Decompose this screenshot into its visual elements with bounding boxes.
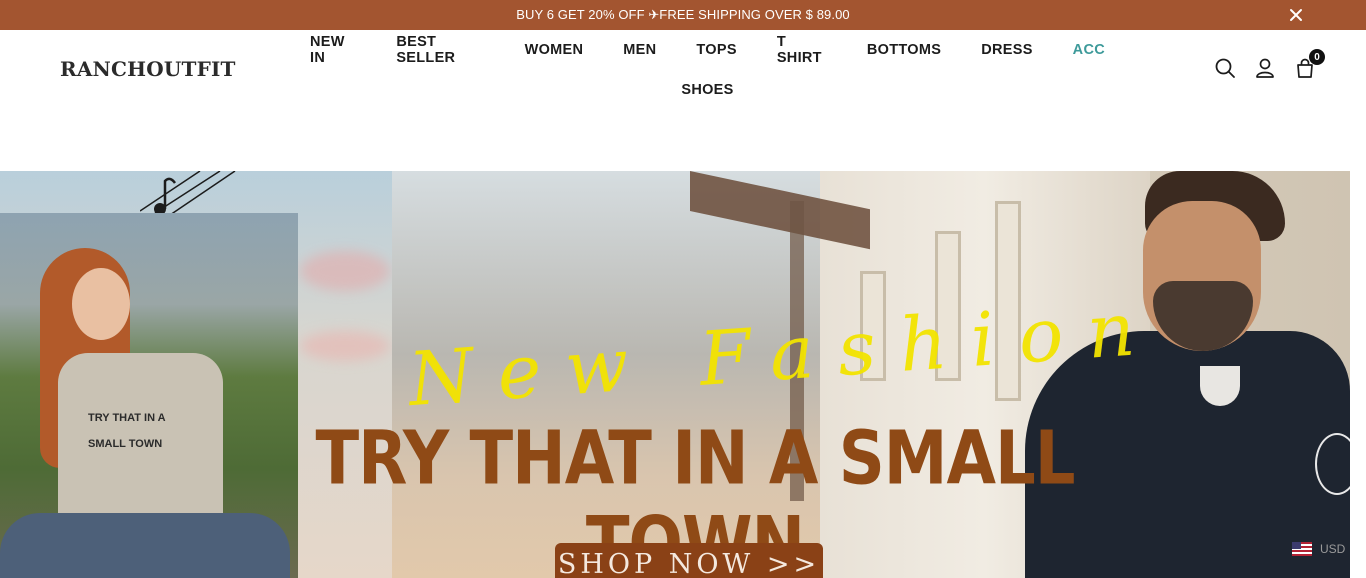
header-icons: 0	[1214, 49, 1325, 79]
nav-item-shoes[interactable]: SHOES	[681, 82, 733, 98]
nav-item-new-in[interactable]: NEW IN	[310, 34, 356, 66]
nav-item-acc[interactable]: ACC	[1073, 42, 1105, 58]
shirt-print-line-2: SMALL TOWN	[88, 438, 163, 450]
currency-selector[interactable]: USD	[1292, 542, 1345, 556]
us-flag-icon	[1292, 542, 1312, 556]
currency-code: USD	[1320, 542, 1346, 556]
main-nav-row-2: SHOES	[290, 70, 1125, 110]
main-nav-row-1: NEW IN BEST SELLER WOMEN MEN TOPS T SHIRT BOTT…	[290, 30, 1125, 70]
cloud-decoration	[300, 251, 390, 291]
hero-woman-photo: TRY THAT IN A SMALL TOWN	[0, 213, 298, 578]
nav-item-best-seller[interactable]: BEST SELLER	[396, 34, 484, 66]
nav-item-bottoms[interactable]: BOTTOMS	[867, 42, 941, 58]
nav-item-men[interactable]: MEN	[623, 42, 656, 58]
site-logo[interactable]: RANCHOUTFIT	[60, 57, 236, 81]
cart-button[interactable]: 0	[1294, 49, 1325, 79]
cloud-decoration	[300, 331, 390, 361]
woman-face	[72, 268, 130, 340]
nav-item-tops[interactable]: TOPS	[696, 42, 736, 58]
man-tee	[1200, 366, 1240, 406]
nav-item-t-shirt[interactable]: T SHIRT	[777, 34, 827, 66]
shirt-print-line-1: TRY THAT IN A	[88, 412, 166, 424]
woman-jeans	[0, 513, 290, 578]
close-icon[interactable]	[1288, 7, 1304, 23]
shirt-print-text: TRY THAT IN A SMALL TOWN	[88, 405, 166, 457]
account-icon[interactable]	[1254, 57, 1276, 79]
search-icon[interactable]	[1214, 57, 1236, 79]
shop-now-button[interactable]: SHOP NOW >>	[555, 543, 823, 578]
nav-item-women[interactable]: WOMEN	[525, 42, 584, 58]
announcement-text: BUY 6 GET 20% OFF ✈FREE SHIPPING OVER $ …	[516, 7, 850, 22]
hero-banner[interactable]: TRY THAT IN A SMALL TOWN New Fashion TRY…	[0, 171, 1350, 578]
main-nav: NEW IN BEST SELLER WOMEN MEN TOPS T SHIRT BOTT…	[290, 30, 1125, 110]
announcement-bar: BUY 6 GET 20% OFF ✈FREE SHIPPING OVER $ …	[0, 0, 1366, 30]
music-note-icon	[140, 171, 236, 216]
cart-count-badge: 0	[1309, 49, 1325, 65]
nav-item-dress[interactable]: DRESS	[981, 42, 1032, 58]
site-header: RANCHOUTFIT NEW IN BEST SELLER WOMEN MEN TOP…	[0, 30, 1366, 171]
